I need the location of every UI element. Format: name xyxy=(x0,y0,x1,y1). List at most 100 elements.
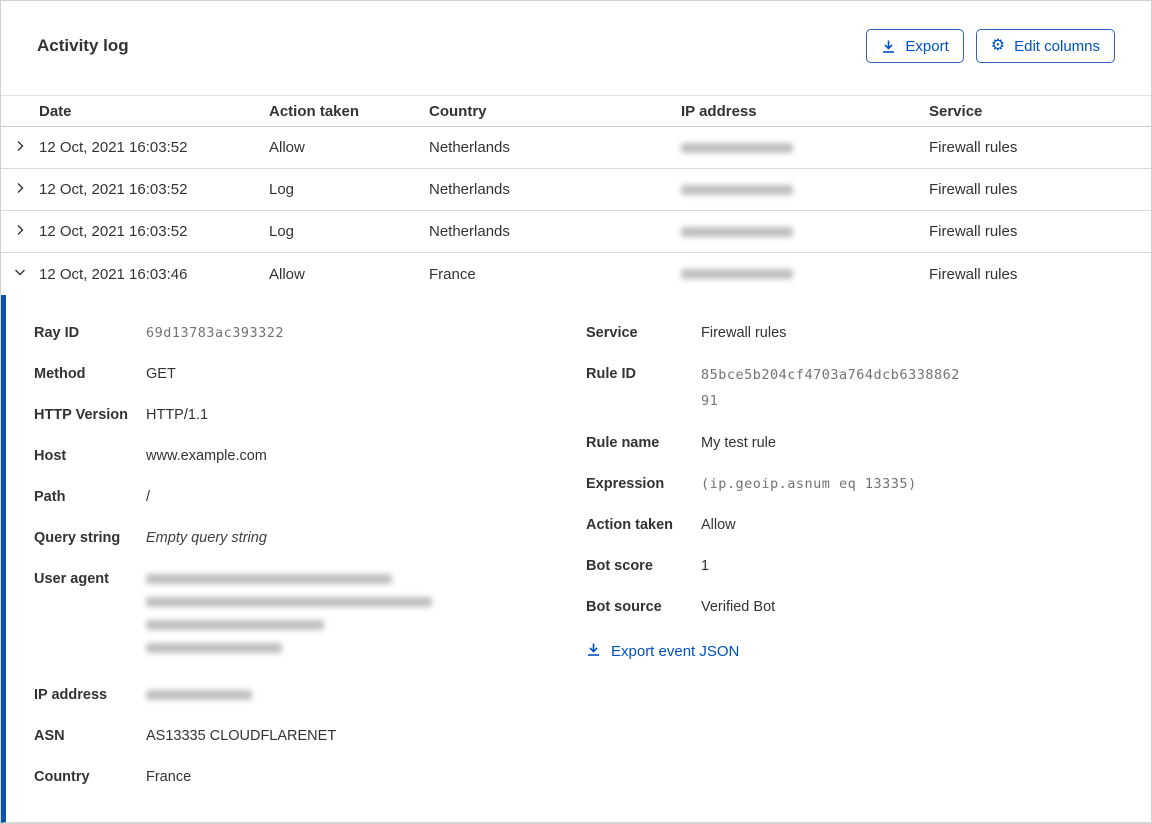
column-header-service: Service xyxy=(929,102,983,120)
toolbar: Export ⚙ Edit columns xyxy=(866,29,1115,63)
detail-value: AS13335 CLOUDFLARENET xyxy=(146,728,337,744)
cell-action: Allow xyxy=(269,265,305,283)
export-event-json-link[interactable]: Export event JSON xyxy=(586,642,739,661)
cell-action: Log xyxy=(269,223,295,240)
cell-date: 12 Oct, 2021 16:03:52 xyxy=(39,139,188,156)
gear-icon: ⚙ xyxy=(990,37,1006,54)
expand-row-button[interactable] xyxy=(1,127,39,168)
detail-value: (ip.geoip.asnum eq 13335) xyxy=(701,476,917,492)
detail-column-left: Ray ID 69d13783ac393322 Method GET HTTP … xyxy=(34,321,586,806)
redacted-user-agent xyxy=(146,567,432,666)
cell-service: Firewall rules xyxy=(929,223,1018,240)
detail-value: GET xyxy=(146,366,176,382)
download-icon xyxy=(881,39,896,54)
detail-label: Bot source xyxy=(586,599,662,615)
edit-columns-button[interactable]: ⚙ Edit columns xyxy=(975,29,1115,63)
cell-ip-redacted xyxy=(681,142,929,153)
detail-value: 1 xyxy=(701,558,710,574)
chevron-right-icon xyxy=(13,139,27,157)
cell-date: 12 Oct, 2021 16:03:52 xyxy=(39,181,188,198)
detail-label: Path xyxy=(34,489,66,505)
cell-date: 12 Oct, 2021 16:03:52 xyxy=(39,223,188,240)
export-event-json-label: Export event JSON xyxy=(611,643,740,660)
detail-method: Method GET xyxy=(34,362,586,386)
cell-date: 12 Oct, 2021 16:03:46 xyxy=(39,265,188,283)
collapse-row-button[interactable] xyxy=(1,253,39,295)
page-title: Activity log xyxy=(37,36,129,55)
detail-value: / xyxy=(146,489,151,505)
cell-ip-redacted xyxy=(681,226,929,237)
detail-value: France xyxy=(146,769,192,785)
cell-country: France xyxy=(429,265,476,283)
cell-service: Firewall rules xyxy=(929,181,1018,198)
detail-value: 85bce5b204cf4703a764dcb633886291 xyxy=(701,367,960,409)
table-row[interactable]: 12 Oct, 2021 16:03:52 Allow Netherlands … xyxy=(1,127,1151,169)
detail-bot-score: Bot score 1 xyxy=(586,554,1121,578)
detail-host: Host www.example.com xyxy=(34,444,586,468)
activity-log-panel: Activity log Export ⚙ Edit columns Date … xyxy=(0,0,1152,824)
detail-label: HTTP Version xyxy=(34,407,129,423)
column-header-date: Date xyxy=(39,102,72,120)
detail-value: HTTP/1.1 xyxy=(146,407,209,423)
detail-label: Expression xyxy=(586,476,665,492)
detail-label: Ray ID xyxy=(34,325,80,341)
detail-label: Bot score xyxy=(586,558,653,574)
detail-value: Allow xyxy=(701,517,736,533)
cell-ip-redacted xyxy=(681,269,929,279)
detail-value: Verified Bot xyxy=(701,599,776,615)
detail-bot-source: Bot source Verified Bot xyxy=(586,595,1121,619)
detail-country: Country France xyxy=(34,765,586,789)
detail-label: Query string xyxy=(34,530,121,546)
detail-http-version: HTTP Version HTTP/1.1 xyxy=(34,403,586,427)
cell-action: Allow xyxy=(269,139,305,156)
detail-ip-address: IP address xyxy=(34,683,586,707)
detail-label: Host xyxy=(34,448,67,464)
detail-label: Rule ID xyxy=(586,366,636,382)
table-row[interactable]: 12 Oct, 2021 16:03:52 Log Netherlands Fi… xyxy=(1,211,1151,253)
detail-path: Path / xyxy=(34,485,586,509)
cell-country: Netherlands xyxy=(429,181,510,198)
cell-country: Netherlands xyxy=(429,139,510,156)
expand-row-button[interactable] xyxy=(1,211,39,252)
export-button[interactable]: Export xyxy=(866,29,964,63)
table-row[interactable]: 12 Oct, 2021 16:03:52 Log Netherlands Fi… xyxy=(1,169,1151,211)
detail-label: Rule name xyxy=(586,435,660,451)
chevron-right-icon xyxy=(13,181,27,199)
detail-service: Service Firewall rules xyxy=(586,321,1121,345)
detail-query-string: Query string Empty query string xyxy=(34,526,586,550)
detail-user-agent: User agent xyxy=(34,567,586,666)
detail-asn: ASN AS13335 CLOUDFLARENET xyxy=(34,724,586,748)
activity-log-table: Date Action taken Country IP address Ser… xyxy=(1,95,1151,823)
table-row-expanded[interactable]: 12 Oct, 2021 16:03:46 Allow France Firew… xyxy=(1,253,1151,295)
column-header-country: Country xyxy=(429,102,487,120)
detail-label: ASN xyxy=(34,728,65,744)
chevron-down-icon xyxy=(13,265,27,283)
expand-row-button[interactable] xyxy=(1,169,39,210)
column-header-ip: IP address xyxy=(681,102,757,120)
cell-ip-redacted xyxy=(681,184,929,195)
detail-value: 69d13783ac393322 xyxy=(146,325,285,341)
cell-service: Firewall rules xyxy=(929,265,1018,283)
edit-columns-button-label: Edit columns xyxy=(1014,37,1100,55)
chevron-right-icon xyxy=(13,223,27,241)
detail-action-taken: Action taken Allow xyxy=(586,513,1121,537)
event-detail-panel: Ray ID 69d13783ac393322 Method GET HTTP … xyxy=(1,295,1151,823)
header-bar: Activity log Export ⚙ Edit columns xyxy=(1,1,1151,63)
detail-label: Action taken xyxy=(586,517,674,533)
column-header-action: Action taken xyxy=(269,102,360,120)
detail-rule-name: Rule name My test rule xyxy=(586,431,1121,455)
detail-expression: Expression (ip.geoip.asnum eq 13335) xyxy=(586,472,1121,496)
detail-value: Empty query string xyxy=(146,530,267,546)
detail-label: Country xyxy=(34,769,90,785)
detail-label: User agent xyxy=(34,571,109,587)
download-icon xyxy=(586,642,601,661)
export-button-label: Export xyxy=(905,37,949,55)
detail-rule-id: Rule ID 85bce5b204cf4703a764dcb633886291 xyxy=(586,362,1121,414)
redacted-ip xyxy=(146,690,252,700)
detail-label: Method xyxy=(34,366,86,382)
detail-value: My test rule xyxy=(701,435,776,451)
detail-column-right: Service Firewall rules Rule ID 85bce5b20… xyxy=(586,321,1121,662)
cell-action: Log xyxy=(269,181,295,198)
cell-country: Netherlands xyxy=(429,223,510,240)
detail-value: Firewall rules xyxy=(701,325,787,341)
